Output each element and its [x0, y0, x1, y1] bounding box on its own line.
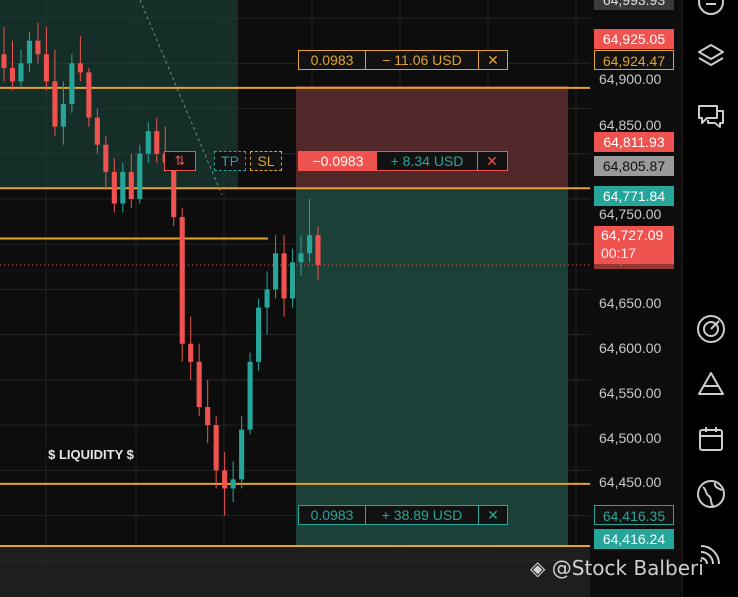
top-price-label: 64,993.93 [594, 0, 674, 10]
current-price-value: 64,727.09 [601, 227, 664, 243]
liquidity-label: $ LIQUIDITY $ [48, 447, 134, 462]
candle-body [247, 361, 253, 430]
bar-countdown: 00:17 [601, 245, 637, 261]
take-profit-button[interactable]: TP [214, 151, 246, 171]
triangle-layers-icon[interactable] [695, 368, 727, 400]
candle-body [120, 171, 126, 204]
candle-body [213, 425, 219, 471]
candle-body [281, 253, 287, 299]
green-level-label: 64,771.84 [594, 186, 674, 206]
candle-body [230, 479, 236, 489]
candle-body [128, 171, 134, 199]
candle-body [137, 153, 143, 199]
reverse-icon: ⇅ [174, 153, 186, 168]
candle-body [77, 63, 83, 73]
candle-body [35, 40, 41, 55]
stop-order-price-label: 64,924.47 [594, 50, 674, 70]
price-tick: 64,850.00 [599, 117, 662, 133]
candle-body [256, 307, 262, 362]
chart-pane[interactable]: $ LIQUIDITY $ 0.0983 − 11.06 USD ✕ ⇅ TP … [0, 0, 590, 597]
price-tick: 64,600.00 [599, 340, 662, 356]
candle-body [273, 253, 279, 290]
binance-logo-icon: ◈ [530, 556, 546, 580]
globe-icon[interactable] [695, 478, 727, 510]
candle-body [103, 144, 109, 172]
calendar-icon[interactable] [695, 423, 727, 455]
candle-body [18, 63, 24, 82]
target-order-pnl: + 38.89 USD [381, 507, 463, 523]
candle-body [222, 470, 228, 489]
candle-body [145, 131, 151, 154]
stop-price-label: 64,925.05 [594, 29, 674, 49]
candle-body [86, 72, 92, 118]
close-icon[interactable]: ✕ [478, 506, 507, 524]
candle-body [179, 217, 185, 344]
candle-body [289, 262, 296, 299]
liquidity-annotation: $ LIQUIDITY $ [46, 446, 136, 463]
lower-gray-zone [0, 546, 590, 597]
current-price-label: 64,727.09 00:17 [594, 226, 674, 264]
candle-body [9, 67, 16, 82]
stop-order-qty: 0.0983 [299, 51, 366, 69]
candle-body [315, 235, 321, 266]
price-tick: 64,450.00 [599, 474, 662, 490]
stop-loss-button[interactable]: SL [250, 151, 282, 171]
stop-loss-order[interactable]: 0.0983 − 11.06 USD ✕ [298, 50, 508, 70]
watermark: ◈ @Stock Balberi [530, 556, 704, 580]
price-tick: 64,900.00 [599, 71, 662, 87]
candle-body [69, 63, 75, 105]
candle-body [52, 81, 58, 127]
target-price-label: 64,416.24 [594, 529, 674, 549]
stop-loss-label: SL [257, 153, 275, 169]
candle-body [196, 361, 202, 408]
watermark-text: @Stock Balberi [551, 556, 704, 580]
chat-icon[interactable] [695, 100, 727, 132]
close-icon[interactable]: ✕ [478, 51, 507, 69]
history-profit-zone [0, 0, 238, 189]
candle-body [111, 171, 117, 204]
user-circle-icon[interactable] [695, 0, 727, 18]
candle-body [298, 253, 304, 263]
candle-body [154, 131, 160, 154]
candle-body [306, 235, 313, 254]
candle-body [205, 407, 211, 426]
stop-loss-zone [296, 85, 568, 189]
close-icon[interactable]: ✕ [477, 152, 506, 170]
target-icon[interactable] [695, 313, 727, 345]
price-tick: 64,550.00 [599, 385, 662, 401]
average-price-label: 64,805.87 [594, 156, 674, 176]
candle-body [264, 289, 270, 308]
price-tick: 64,500.00 [599, 430, 662, 446]
price-tick: 64,750.00 [599, 206, 662, 222]
candle-body [60, 104, 66, 127]
take-profit-order[interactable]: 0.0983 + 38.89 USD ✕ [298, 505, 508, 525]
right-toolbar [682, 0, 738, 597]
candle-body [1, 54, 7, 68]
price-tick: 64,650.00 [599, 295, 662, 311]
take-profit-zone [296, 188, 568, 547]
candle-body [94, 117, 100, 145]
candle-body [43, 54, 49, 82]
candle-body [26, 40, 33, 64]
candle-body [239, 429, 245, 480]
position-pnl: + 8.34 USD [390, 153, 464, 169]
take-profit-label: TP [221, 153, 239, 169]
candle-body [188, 343, 194, 362]
position-order[interactable]: −0.0983 + 8.34 USD ✕ [298, 151, 508, 171]
layers-icon[interactable] [695, 40, 727, 72]
reverse-position-button[interactable]: ⇅ [164, 151, 196, 171]
stop-order-pnl: − 11.06 USD [382, 52, 462, 68]
price-scale[interactable]: 64,900.00 64,850.00 64,750.00 64,650.00 … [590, 0, 682, 597]
entry-price-label: 64,811.93 [594, 132, 674, 152]
position-qty: −0.0983 [299, 152, 377, 170]
target-order-qty: 0.0983 [299, 506, 366, 524]
target-order-price-label: 64,416.35 [594, 505, 674, 525]
